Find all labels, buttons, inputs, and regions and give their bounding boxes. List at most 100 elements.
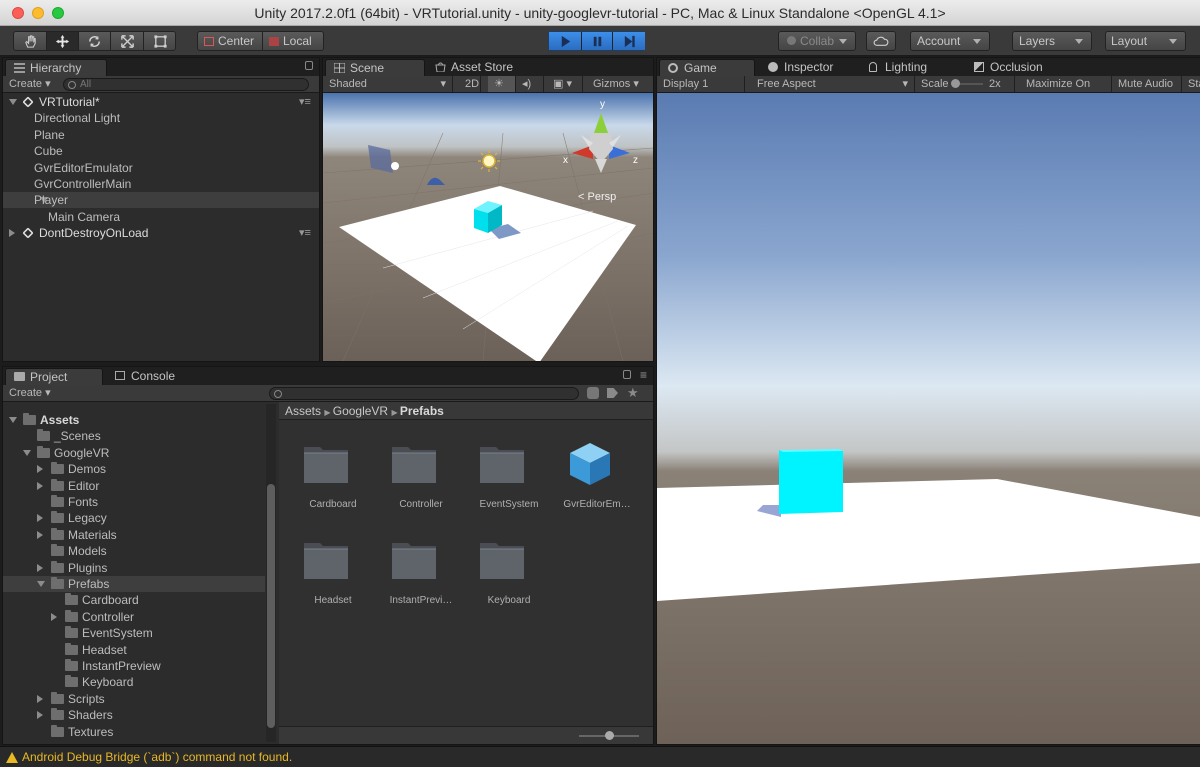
hierarchy-item[interactable]: GvrControllerMain [3, 176, 319, 192]
tab-occlusion[interactable]: Occlusion [966, 59, 1076, 76]
expand-arrow-closed-icon[interactable] [37, 711, 43, 720]
folder-tree-item[interactable]: Scripts [3, 691, 265, 707]
project-search-input[interactable] [269, 387, 579, 400]
game-viewport[interactable] [657, 93, 1200, 745]
tab-project[interactable]: Project [5, 368, 103, 385]
expand-arrow-closed-icon[interactable] [37, 481, 43, 490]
expand-arrow-closed-icon[interactable] [37, 514, 43, 523]
folder-tree-item[interactable]: _Scenes [3, 428, 265, 444]
expand-arrow-closed-icon[interactable] [37, 465, 43, 474]
folder-tree-item[interactable]: Models [3, 543, 265, 559]
tree-scrollbar[interactable] [266, 404, 276, 742]
scene-options-icon[interactable]: ▾≡ [299, 225, 311, 241]
scene-effects-dropdown[interactable]: ▣ ▾ [547, 76, 583, 92]
folder-tree-item[interactable]: GoogleVR [3, 445, 265, 461]
account-dropdown[interactable]: Account [910, 31, 990, 51]
asset-item[interactable]: Controller [375, 439, 467, 523]
folder-tree-item[interactable]: EventSystem [3, 625, 265, 641]
hand-tool-button[interactable] [14, 32, 46, 50]
icon-size-thumb[interactable] [605, 731, 614, 740]
folder-tree-item[interactable]: Plugins [3, 560, 265, 576]
icon-size-slider[interactable] [579, 731, 639, 740]
perspective-label[interactable]: < Persp [578, 191, 616, 203]
search-by-label-icon[interactable] [607, 388, 618, 398]
scene-lighting-toggle[interactable]: ☀ [488, 76, 516, 92]
tab-scene[interactable]: Scene [325, 59, 425, 76]
folder-tree-item[interactable]: Fonts [3, 494, 265, 510]
expand-arrow-closed-icon[interactable] [9, 229, 15, 238]
mode-2d-toggle[interactable]: 2D [459, 76, 481, 92]
folder-tree-item[interactable]: Cardboard [3, 592, 265, 608]
layout-dropdown[interactable]: Layout [1105, 31, 1186, 51]
hierarchy-item[interactable]: Plane [3, 127, 319, 143]
status-message[interactable]: Android Debug Bridge (`adb`) command not… [22, 750, 292, 764]
hierarchy-item[interactable]: Main Camera [3, 209, 319, 225]
project-create-button[interactable]: Create ▾ [3, 385, 61, 401]
tab-asset-store[interactable]: Asset Store [427, 59, 537, 76]
aspect-dropdown[interactable]: Free Aspect ▾ [751, 76, 915, 92]
scene-audio-toggle[interactable]: ◂) [516, 76, 544, 92]
expand-arrow-open-icon[interactable] [37, 581, 45, 587]
close-window-button[interactable] [12, 7, 24, 19]
hierarchy-item[interactable]: Player [3, 192, 319, 209]
pivot-center-button[interactable]: Center [198, 32, 263, 50]
asset-item[interactable]: EventSystem [463, 439, 555, 523]
expand-arrow-closed-icon[interactable] [51, 612, 57, 621]
rotate-tool-button[interactable] [79, 32, 111, 50]
hierarchy-search-input[interactable]: All [63, 78, 309, 91]
scene-options-icon[interactable]: ▾≡ [299, 94, 311, 110]
pivot-local-button[interactable]: Local [263, 32, 324, 50]
zoom-window-button[interactable] [52, 7, 64, 19]
pause-button[interactable] [581, 32, 613, 50]
folder-tree-item[interactable]: Textures [3, 724, 265, 740]
layers-dropdown[interactable]: Layers [1012, 31, 1092, 51]
tab-game[interactable]: Game [659, 59, 755, 76]
expand-arrow-open-icon[interactable] [9, 417, 17, 423]
lock-icon[interactable] [305, 61, 313, 70]
collab-dropdown[interactable]: Collab [778, 31, 856, 51]
breadcrumb-prefabs[interactable]: Prefabs [400, 404, 444, 418]
folder-tree-item[interactable]: Legacy [3, 510, 265, 526]
asset-item[interactable]: InstantPrevi… [375, 535, 467, 619]
folder-tree-item[interactable]: Shaders [3, 707, 265, 723]
breadcrumb-googlevr[interactable]: GoogleVR [333, 404, 388, 418]
hierarchy-item[interactable]: Cube [3, 143, 319, 159]
expand-arrow-open-icon[interactable] [9, 99, 17, 105]
expand-arrow-closed-icon[interactable] [37, 530, 43, 539]
tab-console[interactable]: Console [107, 368, 203, 385]
scale-thumb[interactable] [951, 79, 960, 88]
folder-tree-item[interactable]: Headset [3, 642, 265, 658]
scale-slider[interactable]: Scale 2x [915, 76, 1015, 92]
display-dropdown[interactable]: Display 1 [657, 76, 745, 92]
move-tool-button[interactable] [46, 32, 79, 50]
play-button[interactable] [549, 32, 581, 50]
expand-arrow-open-icon[interactable] [23, 449, 31, 456]
hierarchy-item[interactable]: GvrEditorEmulator [3, 160, 319, 176]
minimize-window-button[interactable] [32, 7, 44, 19]
rect-tool-button[interactable] [144, 32, 176, 50]
favorites-star-icon[interactable]: ★ [627, 385, 639, 401]
asset-item[interactable]: Keyboard [463, 535, 555, 619]
asset-item[interactable]: GvrEditorEm… [551, 439, 643, 523]
folder-tree-item[interactable]: Keyboard [3, 674, 265, 690]
tab-inspector[interactable]: Inspector [760, 59, 858, 76]
panel-menu-icon[interactable]: ≡ [640, 368, 647, 382]
asset-item[interactable]: Headset [287, 535, 379, 619]
hierarchy-item[interactable]: ▾≡ DontDestroyOnLoad [3, 225, 319, 241]
expand-arrow-closed-icon[interactable] [37, 694, 43, 703]
step-button[interactable] [613, 32, 645, 50]
gizmos-dropdown[interactable]: Gizmos ▾ [587, 76, 653, 92]
folder-tree-item[interactable]: InstantPreview [3, 658, 265, 674]
hierarchy-item[interactable]: ▾≡ VRTutorial* [3, 94, 319, 110]
folder-tree-item[interactable]: Materials [3, 527, 265, 543]
mute-audio-toggle[interactable]: Mute Audio [1112, 76, 1182, 92]
cloud-button[interactable] [866, 31, 896, 51]
hierarchy-item[interactable]: Directional Light [3, 110, 319, 126]
stats-toggle[interactable]: Sta [1182, 76, 1200, 92]
scene-viewport[interactable]: y x z < Persp [323, 93, 653, 361]
tree-scrollbar-thumb[interactable] [267, 484, 275, 728]
tab-lighting[interactable]: Lighting [861, 59, 961, 76]
expand-arrow-closed-icon[interactable] [37, 563, 43, 572]
hierarchy-create-button[interactable]: Create ▾ [3, 76, 57, 92]
project-lock-icon[interactable] [623, 370, 631, 379]
